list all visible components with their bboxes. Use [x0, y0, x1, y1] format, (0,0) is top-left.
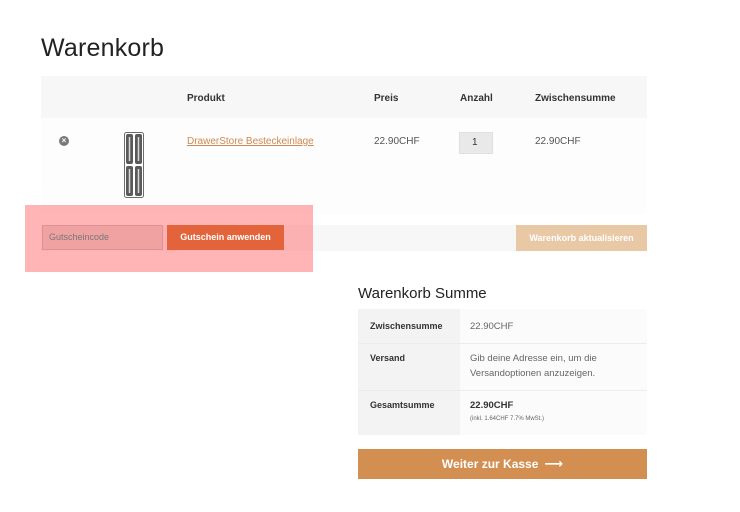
total-label: Gesamtsumme [370, 400, 435, 410]
total-value: 22.90CHF [470, 400, 514, 411]
close-circle-icon[interactable]: × [59, 136, 69, 146]
quantity-input[interactable]: 1 [459, 132, 493, 154]
apply-coupon-button[interactable]: Gutschein anwenden [167, 225, 284, 250]
page-title: Warenkorb [41, 34, 165, 62]
totals-divider [358, 390, 647, 391]
header-subtotal: Zwischensumme [535, 93, 616, 104]
update-cart-button[interactable]: Warenkorb aktualisieren [516, 225, 647, 251]
subtotal-label: Zwischensumme [370, 321, 443, 331]
proceed-to-checkout-button[interactable]: Weiter zur Kasse ⟶ [358, 449, 647, 479]
shipping-label: Versand [370, 353, 406, 363]
cart-item-row: × DrawerStore Besteckeinlage 22.90CHF 1 … [41, 118, 647, 214]
item-price: 22.90CHF [374, 136, 420, 147]
header-quantity: Anzahl [460, 93, 493, 104]
checkout-label: Weiter zur Kasse [441, 457, 539, 471]
coupon-code-input[interactable]: Gutscheincode [42, 225, 163, 250]
subtotal-value: 22.90CHF [470, 321, 514, 332]
header-price: Preis [374, 93, 399, 104]
item-subtotal: 22.90CHF [535, 136, 581, 147]
cart-totals-title: Warenkorb Summe [358, 285, 487, 302]
arrow-right-icon: ⟶ [544, 456, 564, 471]
product-thumbnail[interactable] [124, 132, 144, 198]
product-link[interactable]: DrawerStore Besteckeinlage [187, 136, 314, 147]
shipping-info-line1: Gib deine Adresse ein, um die [470, 353, 597, 364]
header-product: Produkt [187, 93, 225, 104]
shipping-info-line2: Versandoptionen anzuzeigen. [470, 368, 596, 379]
cart-totals-table: Zwischensumme 22.90CHF Versand Gib deine… [358, 309, 647, 435]
totals-divider [358, 343, 647, 344]
cart-table-header: Produkt Preis Anzahl Zwischensumme [41, 76, 647, 118]
tax-note: (inkl. 1.64CHF 7.7% MwSt.) [470, 416, 545, 422]
